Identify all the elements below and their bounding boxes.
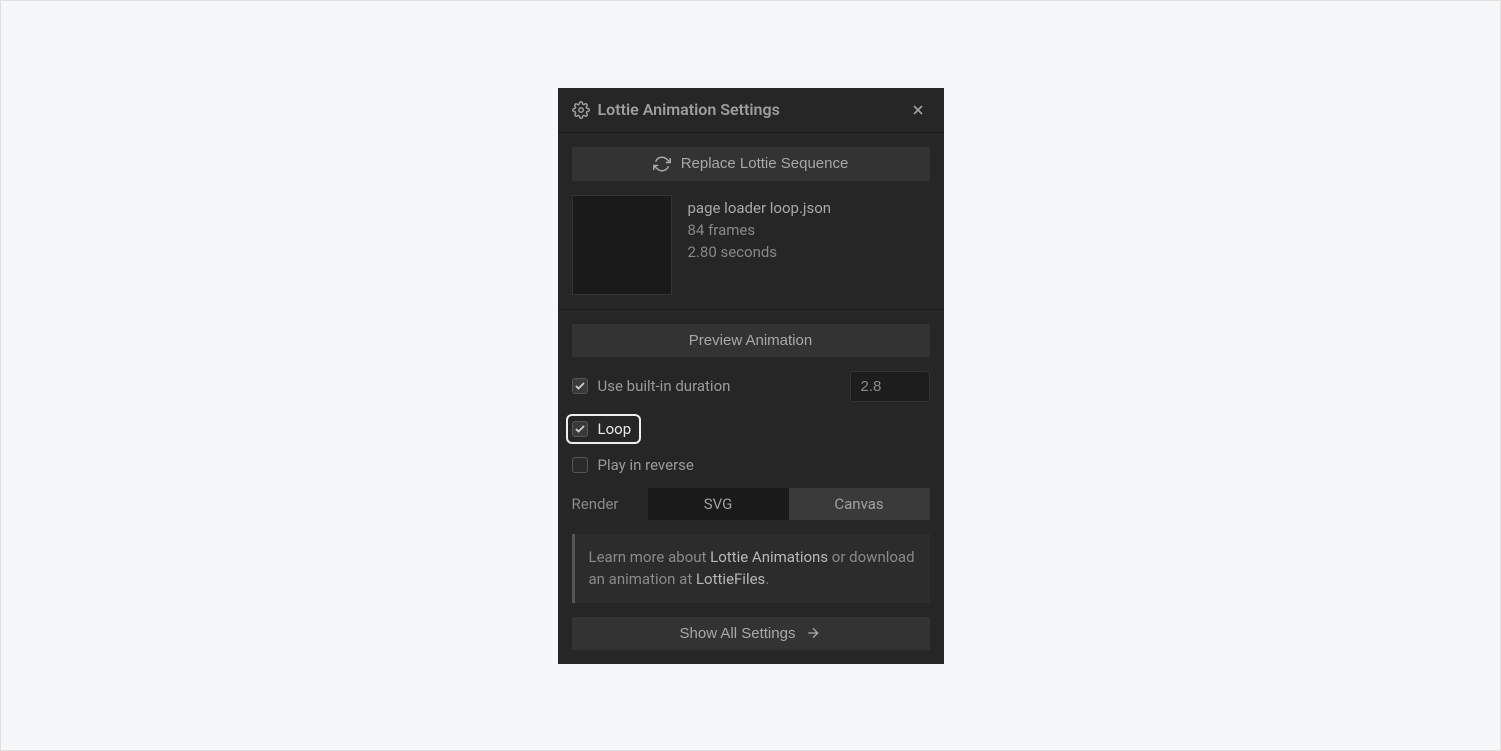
arrow-right-icon [805, 625, 821, 641]
reverse-checkbox[interactable] [572, 457, 588, 473]
divider [558, 309, 944, 310]
loop-row: Loop [572, 414, 930, 444]
gear-icon [572, 101, 590, 119]
info-text-3: . [765, 570, 769, 588]
info-box: Learn more about Lottie Animations or do… [572, 534, 930, 603]
file-seconds: 2.80 seconds [688, 243, 832, 261]
file-meta: page loader loop.json 84 frames 2.80 sec… [688, 195, 832, 261]
render-label: Render [572, 495, 632, 513]
refresh-icon [653, 155, 671, 173]
lottiefiles-link[interactable]: LottieFiles [696, 570, 765, 588]
panel-header: Lottie Animation Settings [558, 88, 944, 133]
loop-highlight: Loop [566, 414, 642, 444]
builtin-duration-label: Use built-in duration [598, 377, 840, 395]
check-icon [574, 423, 586, 435]
loop-label: Loop [598, 420, 632, 438]
loop-checkbox[interactable] [572, 421, 588, 437]
close-icon [910, 102, 926, 118]
close-button[interactable] [906, 98, 930, 122]
builtin-duration-checkbox[interactable] [572, 378, 588, 394]
info-text-1: Learn more about [589, 548, 711, 566]
file-name: page loader loop.json [688, 199, 832, 217]
replace-sequence-button[interactable]: Replace Lottie Sequence [572, 147, 930, 181]
preview-label: Preview Animation [689, 332, 812, 349]
checkbox-group: Use built-in duration Loop Play in rever… [572, 371, 930, 474]
show-all-label: Show All Settings [680, 625, 796, 642]
file-thumbnail [572, 195, 672, 295]
render-svg-option[interactable]: SVG [648, 488, 789, 520]
panel-title-text: Lottie Animation Settings [598, 100, 780, 119]
builtin-duration-row: Use built-in duration [572, 371, 930, 402]
reverse-label: Play in reverse [598, 456, 930, 474]
lottie-settings-panel: Lottie Animation Settings Replace Lottie… [558, 88, 944, 664]
preview-animation-button[interactable]: Preview Animation [572, 324, 930, 357]
panel-body: Replace Lottie Sequence page loader loop… [558, 133, 944, 664]
file-info-row: page loader loop.json 84 frames 2.80 sec… [572, 195, 930, 295]
show-all-settings-button[interactable]: Show All Settings [572, 617, 930, 650]
render-mode-toggle: SVG Canvas [648, 488, 930, 520]
replace-label: Replace Lottie Sequence [681, 155, 849, 172]
lottie-animations-link[interactable]: Lottie Animations [710, 548, 828, 566]
file-frames: 84 frames [688, 221, 832, 239]
panel-title: Lottie Animation Settings [572, 100, 906, 119]
check-icon [574, 380, 586, 392]
reverse-row: Play in reverse [572, 456, 930, 474]
render-row: Render SVG Canvas [572, 488, 930, 520]
duration-input[interactable] [850, 371, 930, 402]
render-canvas-option[interactable]: Canvas [789, 488, 930, 520]
